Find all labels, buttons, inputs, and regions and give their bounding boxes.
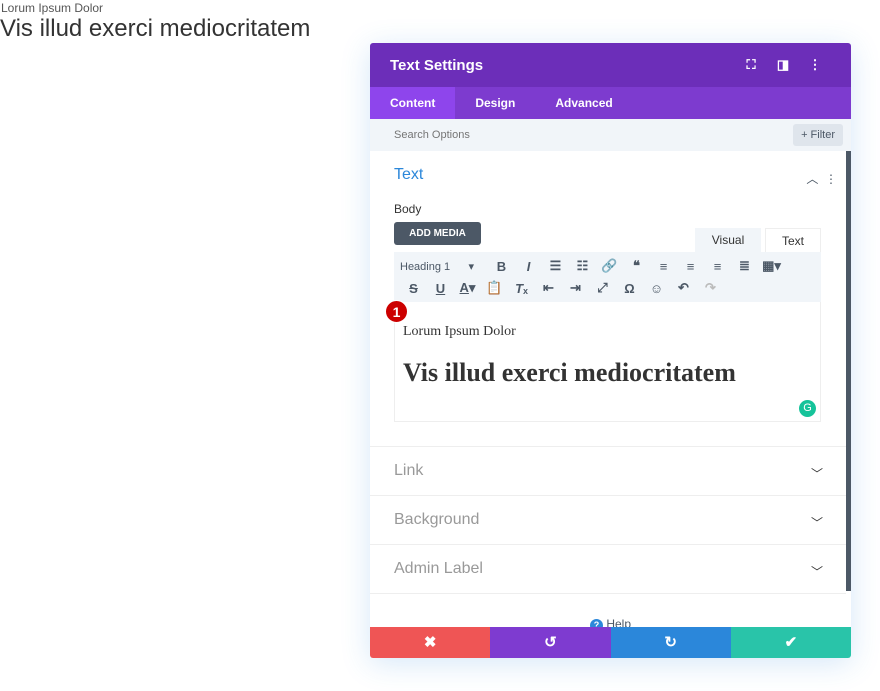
- chevron-up-icon[interactable]: ︿: [806, 172, 818, 186]
- more-options-icon[interactable]: ⋮: [799, 57, 831, 73]
- body-label: Body: [394, 202, 422, 216]
- divider: [370, 593, 846, 594]
- split-view-icon[interactable]: ◨: [767, 57, 799, 73]
- divider: [370, 446, 846, 447]
- grammarly-icon[interactable]: G: [799, 400, 816, 417]
- undo-button[interactable]: ↺: [490, 627, 611, 658]
- text-color-icon[interactable]: A▾: [454, 280, 481, 296]
- tab-text[interactable]: Text: [765, 228, 821, 252]
- add-media-button[interactable]: ADD MEDIA: [394, 222, 481, 245]
- special-char-icon[interactable]: Ω: [616, 281, 643, 296]
- numbered-list-icon[interactable]: ☷: [569, 258, 596, 274]
- tab-content[interactable]: Content: [370, 87, 456, 119]
- section-title-text[interactable]: Text: [394, 166, 423, 184]
- tab-advanced[interactable]: Advanced: [535, 87, 632, 119]
- chevron-down-icon[interactable]: ﹀: [811, 563, 823, 580]
- text-settings-panel: Text Settings ⛶ ◨ ⋮ Content Design Advan…: [370, 43, 851, 658]
- align-right-icon[interactable]: ≡: [704, 259, 731, 274]
- chevron-down-icon[interactable]: ﹀: [811, 514, 823, 531]
- save-button[interactable]: ✔: [730, 627, 851, 658]
- section-admin-label[interactable]: Admin Label: [394, 560, 483, 578]
- paste-text-icon[interactable]: 📋: [481, 280, 508, 296]
- blockquote-icon[interactable]: ❝: [623, 258, 650, 274]
- cancel-button[interactable]: ✖: [370, 627, 491, 658]
- clear-format-icon[interactable]: Tₓ: [508, 281, 535, 296]
- link-icon[interactable]: 🔗: [596, 258, 623, 274]
- align-justify-icon[interactable]: ≣: [731, 258, 758, 274]
- outdent-icon[interactable]: ⇤: [535, 280, 562, 296]
- divider: [370, 495, 846, 496]
- format-value: Heading 1: [400, 260, 451, 273]
- divider: [370, 544, 846, 545]
- chevron-down-icon[interactable]: ﹀: [811, 465, 823, 482]
- section-link[interactable]: Link: [394, 462, 423, 480]
- preview-heading: Vis illud exerci mediocritatem: [0, 15, 311, 42]
- search-input[interactable]: [394, 129, 794, 141]
- preview-subtitle: Lorum Ipsum Dolor: [1, 1, 104, 15]
- bold-icon[interactable]: B: [488, 259, 515, 274]
- underline-icon[interactable]: U: [427, 281, 454, 296]
- panel-tabs: Content Design Advanced: [370, 87, 851, 119]
- filter-button[interactable]: + Filter: [793, 124, 843, 146]
- undo-icon[interactable]: ↶: [670, 280, 697, 296]
- indent-icon[interactable]: ⇥: [562, 280, 589, 296]
- fullscreen-editor-icon[interactable]: ⤢: [589, 280, 616, 296]
- editor-content[interactable]: Lorum Ipsum Dolor Vis illud exerci medio…: [394, 302, 821, 422]
- editor-heading: Vis illud exerci mediocritatem: [403, 358, 736, 387]
- align-center-icon[interactable]: ≡: [677, 259, 704, 274]
- bullet-list-icon[interactable]: ☰: [542, 258, 569, 274]
- panel-title: Text Settings: [390, 56, 484, 74]
- redo-icon[interactable]: ↷: [697, 280, 724, 296]
- strikethrough-icon[interactable]: S: [400, 281, 427, 296]
- align-left-icon[interactable]: ≡: [650, 259, 677, 274]
- tab-design[interactable]: Design: [455, 87, 535, 119]
- step-marker-badge: 1: [385, 300, 408, 323]
- section-background[interactable]: Background: [394, 511, 479, 529]
- editor-line-1: Lorum Ipsum Dolor: [403, 324, 516, 339]
- redo-button[interactable]: ↻: [610, 627, 731, 658]
- scrollbar[interactable]: [846, 151, 851, 591]
- search-bar: + Filter: [370, 119, 851, 151]
- format-select[interactable]: Heading 1 ▾: [400, 260, 488, 273]
- table-icon[interactable]: ▦▾: [758, 258, 785, 274]
- more-options-icon[interactable]: ⋮: [825, 172, 837, 186]
- italic-icon[interactable]: I: [515, 259, 542, 274]
- emoji-icon[interactable]: ☺: [643, 281, 670, 296]
- section-controls[interactable]: ︿ ⋮: [806, 170, 837, 187]
- editor-toolbar: Heading 1 ▾ B I ☰ ☷ 🔗 ❝ ≡ ≡ ≡ ≣ ▦▾ S U A…: [394, 252, 821, 302]
- action-bar: ✖ ↺ ↻ ✔: [370, 627, 851, 658]
- tab-visual[interactable]: Visual: [695, 228, 761, 252]
- panel-header: Text Settings ⛶ ◨ ⋮: [370, 43, 851, 87]
- fullscreen-icon[interactable]: ⛶: [735, 57, 767, 73]
